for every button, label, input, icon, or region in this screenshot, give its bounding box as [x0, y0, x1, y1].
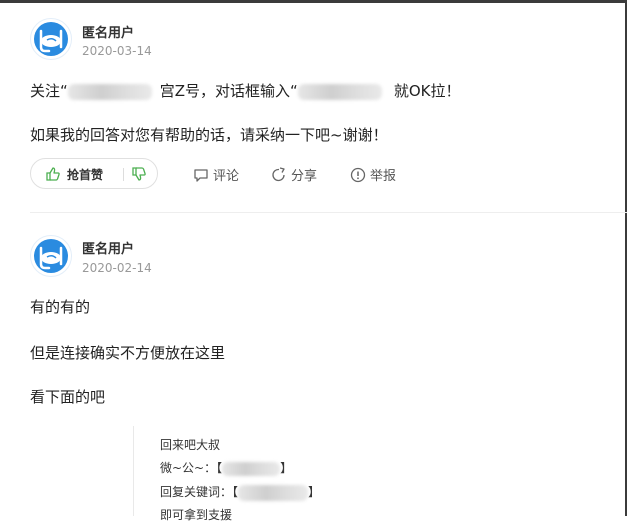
- post-date: 2020-02-14: [82, 261, 152, 275]
- user-name[interactable]: 匿名用户: [82, 22, 134, 41]
- like-button[interactable]: 抢首赞: [67, 166, 103, 183]
- embedded-screenshot: 回来吧大叔 微~公~：【】 回复关键词：【】 即可拿到支援: [133, 426, 364, 522]
- comment-icon: [194, 169, 208, 182]
- text-segment: 回复关键词：【: [160, 485, 239, 499]
- answer-paragraph: 关注“ 宫Z号，对话框输入“ 就OK拉！: [30, 80, 461, 101]
- comment-label: 评论: [213, 169, 240, 184]
- screenshot-line: 微~公~：【 】: [160, 459, 292, 476]
- answer-paragraph: 看下面的吧: [30, 388, 106, 406]
- share-label: 分享: [291, 169, 318, 184]
- report-label: 举报: [370, 169, 397, 184]
- user-name[interactable]: 匿名用户: [82, 238, 134, 257]
- report-button[interactable]: 举报: [350, 165, 396, 184]
- share-button[interactable]: 分享: [271, 165, 317, 184]
- report-icon: [350, 167, 366, 183]
- text-segment: 】: [280, 461, 293, 475]
- screenshot-line: 即可拿到支援: [160, 508, 233, 522]
- blurred-text: [297, 83, 382, 100]
- screenshot-line: 回复关键词：【 】: [160, 483, 320, 501]
- share-icon: [272, 167, 285, 182]
- post-date: 2020-03-14: [82, 44, 152, 58]
- blurred-text: [238, 484, 309, 501]
- answer-paragraph: 有的有的: [30, 298, 91, 316]
- like-dislike-pill: 抢首赞: [30, 158, 158, 189]
- window-top-border: [0, 0, 627, 3]
- blurred-text: [67, 83, 152, 100]
- text-segment: 】: [308, 485, 321, 499]
- screenshot-line: 回来吧大叔: [160, 438, 221, 452]
- text-segment: 就OK拉！: [393, 82, 461, 100]
- comment-button[interactable]: 评论: [193, 165, 239, 184]
- avatar-icon[interactable]: [30, 235, 72, 277]
- thumb-up-icon[interactable]: [45, 166, 61, 186]
- divider: [123, 168, 124, 181]
- answer-paragraph: 但是连接确实不方便放在这里: [30, 344, 226, 362]
- thumb-down-icon[interactable]: [131, 166, 147, 186]
- text-segment: 微~公~：【: [160, 461, 223, 475]
- answer-divider: [30, 212, 627, 213]
- text-segment: 宫Z号，对话框输入“: [159, 82, 298, 100]
- blurred-text: [222, 461, 281, 476]
- answer-paragraph: 如果我的回答对您有帮助的话，请采纳一下吧~谢谢！: [30, 126, 388, 144]
- avatar-icon[interactable]: [30, 18, 72, 60]
- text-segment: 关注“: [30, 82, 68, 100]
